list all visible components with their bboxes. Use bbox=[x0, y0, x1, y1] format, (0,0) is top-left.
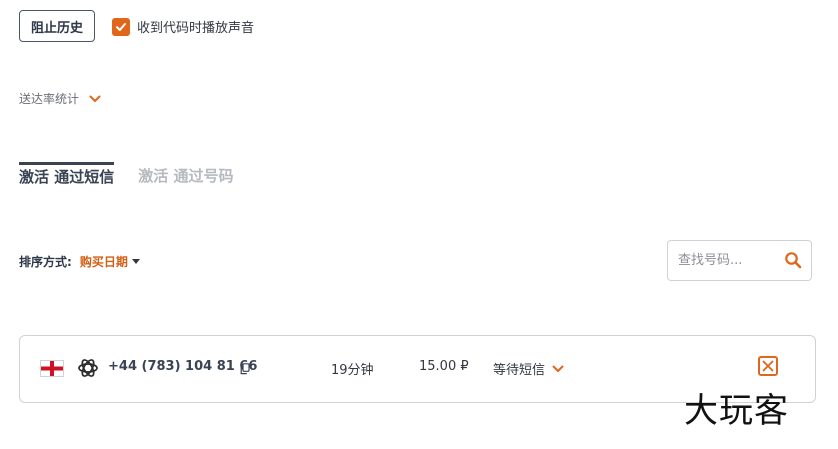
play-sound-checkbox[interactable] bbox=[112, 17, 130, 36]
play-sound-option[interactable]: 收到代码时播放声音 bbox=[112, 17, 254, 36]
sort-dropdown[interactable]: 购买日期 bbox=[80, 253, 128, 270]
cancel-activation-button[interactable] bbox=[758, 356, 778, 376]
tab-number-activation[interactable]: 激活 通过号码 bbox=[138, 162, 233, 190]
delivery-stats-toggle[interactable]: 送达率统计 bbox=[19, 90, 101, 107]
openai-icon bbox=[76, 356, 100, 384]
search-input[interactable] bbox=[676, 252, 780, 269]
block-history-button[interactable]: 阻止历史 bbox=[19, 10, 95, 42]
activation-status-dropdown[interactable]: 等待短信 bbox=[493, 359, 564, 378]
activation-status-label: 等待短信 bbox=[493, 363, 546, 378]
checkmark-icon bbox=[116, 22, 126, 31]
delivery-stats-label: 送达率统计 bbox=[19, 92, 80, 106]
phone-number: +44 (783) 104 81 66 bbox=[108, 359, 258, 374]
england-flag-icon bbox=[40, 360, 64, 377]
chevron-down-icon bbox=[89, 95, 101, 103]
sort-control: 排序方式: 购买日期 bbox=[19, 253, 140, 270]
chevron-down-icon bbox=[552, 365, 564, 373]
watermark-logo: 大玩客 bbox=[684, 391, 789, 431]
activation-price: 15.00 ₽ bbox=[419, 359, 469, 374]
play-sound-label: 收到代码时播放声音 bbox=[137, 21, 255, 36]
activation-tabs: 激活 通过短信 激活 通过号码 bbox=[19, 162, 233, 190]
close-icon bbox=[762, 360, 774, 372]
activation-duration: 19分钟 bbox=[331, 363, 374, 378]
page: 阻止历史 收到代码时播放声音 送达率统计 激活 通过短信 激活 通过号码 排序方… bbox=[0, 0, 838, 449]
copy-icon[interactable] bbox=[240, 360, 250, 379]
caret-down-icon[interactable] bbox=[131, 259, 140, 264]
search-box bbox=[667, 240, 812, 281]
sort-label: 排序方式: bbox=[19, 255, 72, 269]
tab-sms-activation[interactable]: 激活 通过短信 bbox=[19, 162, 115, 193]
search-icon[interactable] bbox=[784, 251, 802, 273]
